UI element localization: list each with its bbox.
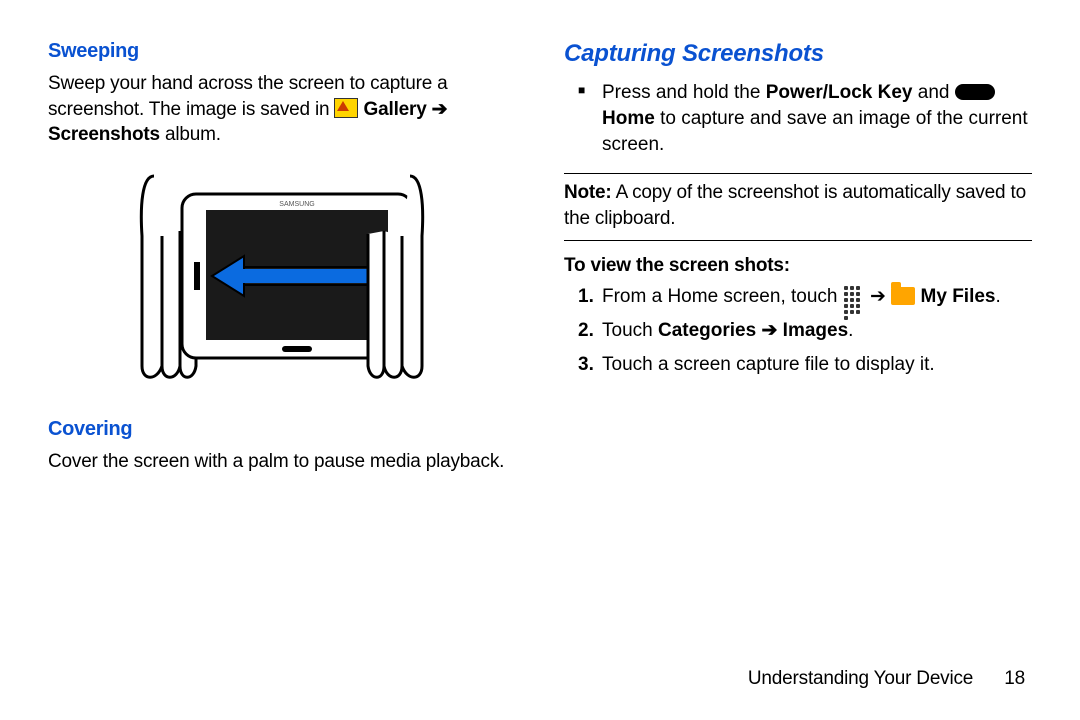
bullet-mid: and (918, 82, 955, 103)
svg-text:SAMSUNG: SAMSUNG (279, 201, 314, 208)
step1-a: From a Home screen, touch (602, 286, 843, 307)
home-key-icon (955, 84, 995, 100)
power-lock-key-label: Power/Lock Key (766, 82, 913, 103)
step1-arrow: ➔ (870, 286, 891, 307)
capture-bullet: Press and hold the Power/Lock Key and Ho… (564, 80, 1032, 157)
left-column: Sweeping Sweep your hand across the scre… (48, 38, 516, 483)
my-files-label: My Files (921, 286, 996, 307)
step-2: Touch Categories ➔ Images. (564, 318, 1032, 344)
step-3: Touch a screen capture file to display i… (564, 352, 1032, 378)
covering-paragraph: Cover the screen with a palm to pause me… (48, 449, 516, 475)
page-footer: Understanding Your Device 18 (748, 666, 1025, 692)
step2-a: Touch (602, 320, 658, 341)
home-label: Home (602, 108, 655, 129)
note-text: A copy of the screenshot is automaticall… (564, 182, 1026, 229)
covering-heading: Covering (48, 416, 516, 443)
capturing-heading: Capturing Screenshots (564, 38, 1032, 70)
bullet-text-b: to capture and save an image of the curr… (602, 108, 1028, 155)
note-paragraph: Note: A copy of the screenshot is automa… (564, 180, 1032, 231)
sweeping-heading: Sweeping (48, 38, 516, 65)
right-column: Capturing Screenshots Press and hold the… (564, 38, 1032, 483)
view-steps: From a Home screen, touch ➔ My Files. To… (564, 284, 1032, 377)
step-1: From a Home screen, touch ➔ My Files. (564, 284, 1032, 310)
categories-images-label: Categories ➔ Images (658, 320, 848, 341)
sweeping-paragraph: Sweep your hand across the screen to cap… (48, 71, 516, 148)
sweeping-illustration: SAMSUNG (122, 166, 442, 386)
folder-icon (891, 287, 915, 305)
page-number: 18 (1004, 668, 1025, 689)
apps-grid-icon (843, 285, 865, 307)
step2-c: . (848, 320, 853, 341)
bullet-text-a: Press and hold the (602, 82, 766, 103)
divider-top (564, 173, 1032, 174)
capture-bullet-list: Press and hold the Power/Lock Key and Ho… (564, 80, 1032, 157)
gallery-icon (334, 98, 358, 118)
view-subhead: To view the screen shots: (564, 253, 1032, 279)
divider-bottom (564, 240, 1032, 241)
sweeping-text-b: album. (165, 124, 221, 145)
footer-section: Understanding Your Device (748, 668, 973, 689)
step1-c: . (996, 286, 1001, 307)
note-label: Note: (564, 182, 612, 203)
